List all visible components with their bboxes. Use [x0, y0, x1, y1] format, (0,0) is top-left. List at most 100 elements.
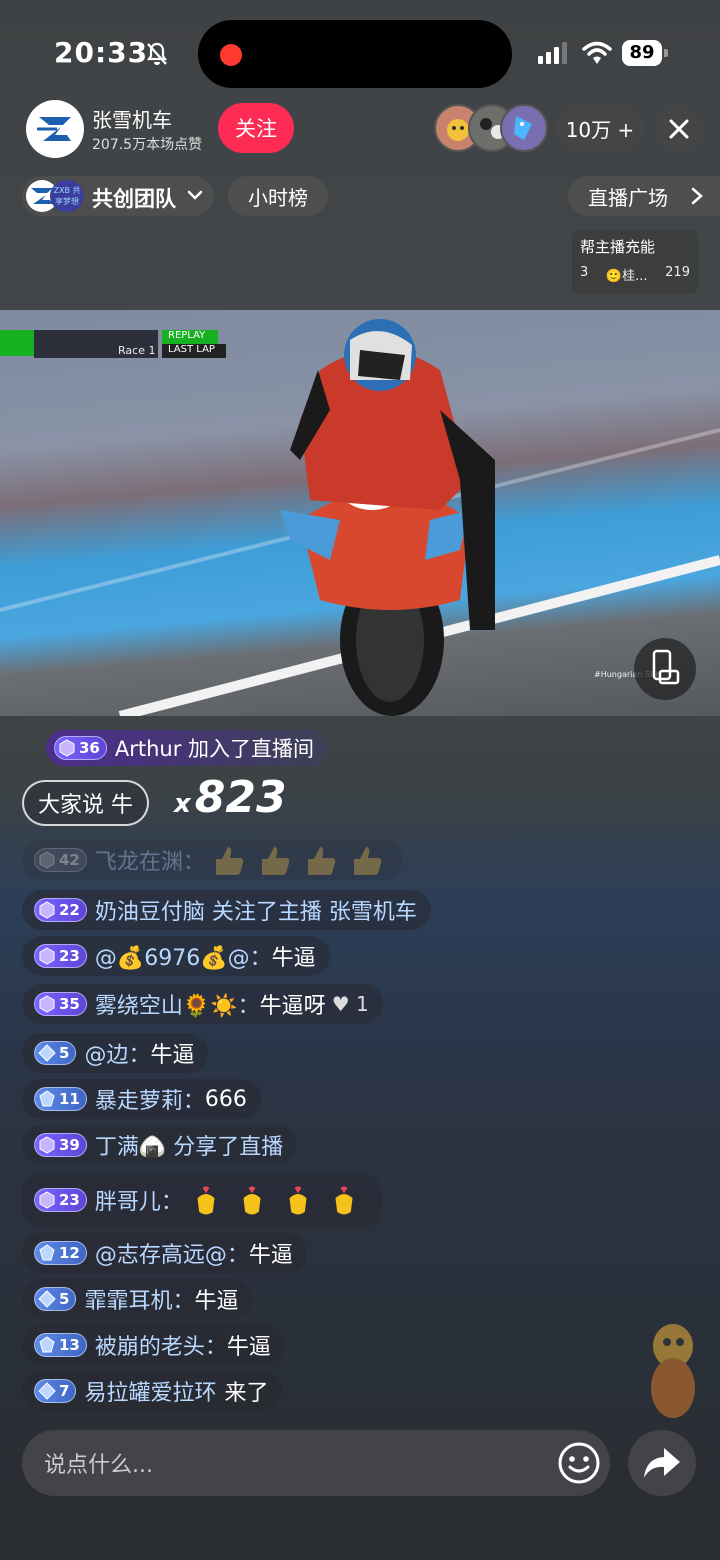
level-badge: 13 — [34, 1333, 87, 1357]
host-name[interactable]: 张雪机车 — [92, 104, 172, 133]
level-badge: 39 — [34, 1133, 87, 1157]
level-badge: 23 — [34, 1188, 87, 1212]
chat-text: 牛逼 — [271, 946, 316, 971]
chat-text: 牛逼 — [248, 1243, 293, 1268]
thumbs-up-icon — [261, 847, 290, 875]
share-arrow-icon — [644, 1448, 680, 1478]
viewer-avatar[interactable] — [500, 104, 548, 152]
thumbs-up-icon — [307, 847, 336, 875]
close-icon — [669, 119, 689, 139]
close-button[interactable] — [656, 106, 702, 152]
charge-panel[interactable]: 帮主播充能 3 🙂桂... 219 — [572, 230, 698, 294]
chat-message[interactable]: 23 @💰6976💰@： 牛逼 — [22, 936, 330, 976]
chat-username[interactable]: @边： — [84, 1037, 150, 1069]
live-plaza-button[interactable]: 直播广场 — [568, 176, 720, 216]
heart-hands-icon — [289, 1186, 307, 1215]
heart-hands-icon — [197, 1186, 215, 1215]
live-plaza-label: 直播广场 — [588, 185, 668, 210]
chat-username[interactable]: 胖哥儿： — [95, 1184, 183, 1216]
charge-rank: 3 — [580, 265, 589, 280]
hour-rank-button[interactable]: 小时榜 — [228, 176, 328, 216]
chat-username[interactable]: 雾绕空山🌻☀️： — [95, 988, 260, 1020]
like-count[interactable]: ♥ 1 — [332, 992, 369, 1016]
level-gem-icon — [59, 739, 75, 757]
chat-message[interactable]: 7 易拉罐爱拉环 来了 — [22, 1371, 283, 1411]
chat-username[interactable]: 奶油豆付脑 关注了主播 张雪机车 — [95, 894, 417, 926]
chat-username[interactable]: 飞龙在渊： — [95, 844, 205, 876]
chat-text: 牛逼 — [194, 1289, 239, 1314]
charge-user: 🙂桂... — [605, 269, 648, 284]
chat-message[interactable]: 23 胖哥儿： — [22, 1172, 381, 1228]
race-label: Race 1 — [118, 344, 156, 357]
chat-text: 牛逼 — [226, 1335, 271, 1360]
chat-message[interactable]: 22 奶油豆付脑 关注了主播 张雪机车 — [22, 890, 431, 930]
charge-value: 219 — [665, 265, 690, 280]
combo-count: x823 — [174, 772, 287, 823]
level-badge: 5 — [34, 1287, 77, 1311]
chat-message[interactable]: 5 霏霏耳机： 牛逼 — [22, 1279, 253, 1319]
chat-username[interactable]: @💰6976💰@： — [95, 940, 272, 972]
share-button[interactable] — [628, 1430, 696, 1496]
bell-muted-icon — [146, 42, 168, 65]
rotate-phone-icon — [652, 649, 680, 685]
host-likes: 207.5万本场点赞 — [92, 137, 203, 153]
emoji-button[interactable] — [556, 1440, 602, 1486]
status-time: 20:33 — [54, 36, 149, 69]
thumbs-up-icon — [215, 847, 244, 875]
chat-username[interactable]: 被崩的老头： — [95, 1329, 227, 1361]
join-notification: 36 Arthur 加入了直播间 — [46, 730, 329, 766]
chat-message[interactable]: 39 丁满🍙 分享了直播 — [22, 1125, 298, 1165]
chat-message[interactable]: 42 飞龙在渊： — [22, 840, 403, 880]
chat-message[interactable]: 5 @边： 牛逼 — [22, 1033, 209, 1073]
join-text: Arthur 加入了直播间 — [114, 737, 315, 761]
last-lap-label: LAST LAP — [162, 344, 226, 358]
live-video[interactable]: 53 — [0, 310, 720, 716]
cellular-signal-icon — [538, 42, 567, 64]
chat-username[interactable]: 丁满🍙 分享了直播 — [95, 1129, 283, 1161]
chat-username[interactable]: 易拉罐爱拉环 — [84, 1375, 216, 1407]
rotate-screen-button[interactable] — [634, 638, 696, 700]
wifi-icon — [582, 41, 612, 64]
heart-hands-icon — [335, 1186, 353, 1215]
chat-text: 来了 — [224, 1381, 269, 1406]
level-badge: 12 — [34, 1241, 87, 1265]
heart-icon: ♥ — [331, 992, 350, 1016]
chat-username[interactable]: 暴走萝莉： — [95, 1083, 205, 1115]
level-badge: 5 — [34, 1041, 77, 1065]
battery-indicator: 89 — [622, 40, 668, 66]
comment-input[interactable]: 说点什么... — [22, 1430, 610, 1496]
level-badge: 42 — [34, 848, 87, 872]
chevron-right-icon — [691, 187, 703, 205]
chat-text: 牛逼呀 — [259, 994, 326, 1019]
chat-text: 666 — [204, 1086, 247, 1112]
level-badge: 35 — [34, 992, 87, 1016]
follow-button[interactable]: 关注 — [218, 103, 294, 153]
video-frame: 53 — [0, 319, 720, 716]
chat-message[interactable]: 35 雾绕空山🌻☀️： 牛逼呀 ♥ 1 — [22, 984, 383, 1024]
chat-username[interactable]: @志存高远@： — [95, 1237, 249, 1269]
level-badge: 11 — [34, 1087, 87, 1111]
chat-message[interactable]: 12 @志存高远@： 牛逼 — [22, 1233, 307, 1273]
recording-indicator — [220, 44, 242, 66]
host-avatar[interactable] — [26, 100, 84, 158]
level-badge: 22 — [34, 898, 87, 922]
battery-level: 89 — [622, 40, 662, 66]
race-overlay-flag — [0, 330, 34, 356]
team-badge-icon: ZXB 共享梦想 — [50, 180, 84, 212]
chat-message[interactable]: 11 暴走萝莉： 666 — [22, 1079, 261, 1119]
dynamic-island — [198, 20, 512, 88]
viewer-count-button[interactable]: 10万 + — [556, 104, 644, 152]
chat-message[interactable]: 13 被崩的老头： 牛逼 — [22, 1325, 285, 1365]
mascot-icon[interactable] — [642, 1316, 704, 1422]
chat-username[interactable]: 霏霏耳机： — [84, 1283, 194, 1315]
combo-phrase[interactable]: 大家说 牛 — [22, 780, 149, 826]
chevron-down-icon — [187, 190, 203, 200]
chat-text: 牛逼 — [150, 1043, 195, 1068]
team-label[interactable]: 共创团队 — [92, 183, 176, 213]
thumbs-up-icon — [353, 847, 382, 875]
level-badge: 7 — [34, 1379, 77, 1403]
heart-hands-icon — [243, 1186, 261, 1215]
replay-label: REPLAY — [162, 330, 218, 344]
level-badge: 36 — [54, 736, 107, 760]
level-badge: 23 — [34, 944, 87, 968]
